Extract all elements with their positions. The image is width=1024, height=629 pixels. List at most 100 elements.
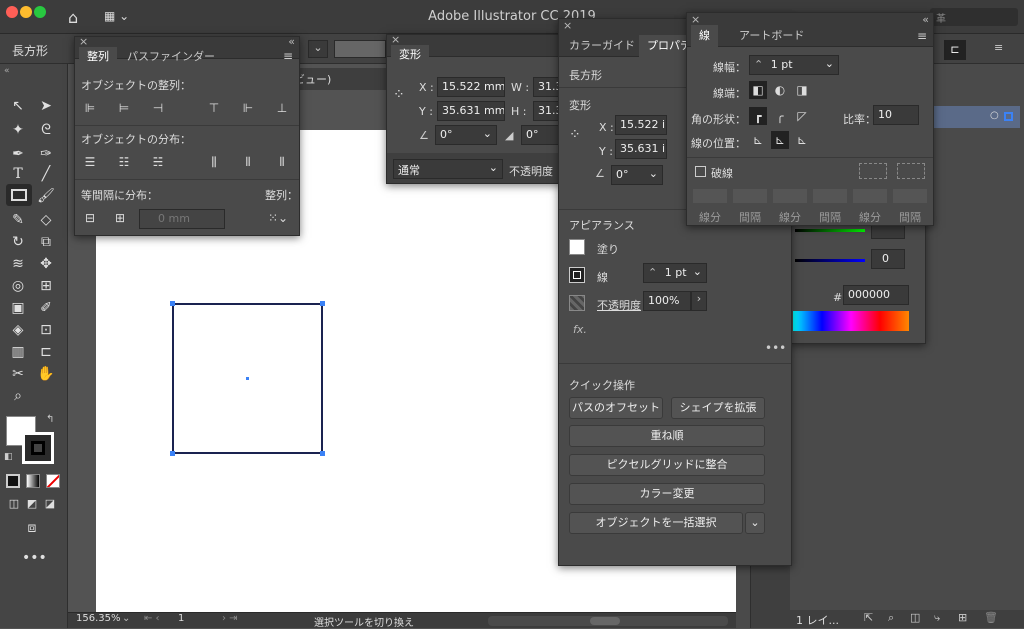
eraser-tool-icon[interactable]: ◇ [36, 210, 56, 230]
search-field[interactable]: 革 [930, 8, 1018, 26]
align-v-center-icon[interactable]: ⊩ [239, 99, 257, 117]
tab-stroke[interactable]: 線 [691, 25, 718, 47]
tab-transform[interactable]: 変形 [391, 45, 429, 65]
arrange-button[interactable]: 重ね順 [569, 425, 765, 447]
spacing-input[interactable]: 0 mm [139, 209, 225, 229]
none-mode-icon[interactable] [46, 474, 60, 488]
shear-input[interactable]: 0° [521, 125, 561, 145]
type-tool-icon[interactable]: T [8, 164, 28, 184]
panel-menu-icon[interactable]: ≡ [283, 49, 293, 63]
rectangle-tool-icon[interactable] [6, 184, 32, 206]
line-tool-icon[interactable]: ╱ [36, 164, 56, 184]
color-mode-icon[interactable] [6, 474, 20, 488]
draw-normal-icon[interactable]: ◫ [4, 494, 24, 514]
fill-swatch[interactable] [569, 239, 585, 255]
angle-input[interactable]: 0° ⌄ [611, 165, 663, 185]
artboard-tool-icon[interactable]: ⊏ [36, 342, 56, 362]
draw-inside-icon[interactable]: ◪ [40, 494, 60, 514]
butt-cap-icon[interactable]: ◧ [749, 81, 767, 99]
y-input[interactable]: 35.631 i [615, 139, 667, 159]
dashed-checkbox[interactable] [695, 166, 706, 177]
reference-point-icon[interactable]: ⁘ [569, 127, 581, 143]
puppet-warp-tool-icon[interactable]: ✥ [36, 254, 56, 274]
distribute-h-space-icon[interactable]: ⊞ [111, 209, 129, 227]
align-to-selection-icon[interactable]: ⁙⌄ [265, 209, 291, 227]
anchor-point[interactable] [170, 451, 175, 456]
perspective-grid-tool-icon[interactable]: ⊞ [36, 276, 56, 296]
align-left-icon[interactable]: ⊫ [81, 99, 99, 117]
blue-slider[interactable] [795, 259, 865, 262]
color-spectrum[interactable] [793, 311, 909, 331]
pen-tool-icon[interactable]: ✒ [8, 144, 28, 164]
graph-tool-icon[interactable]: ▥ [8, 342, 28, 362]
round-join-icon[interactable]: ╭ [771, 107, 789, 125]
distribute-right-icon[interactable]: ⫴ [273, 153, 291, 171]
reference-point-icon[interactable]: ⁘ [393, 87, 405, 103]
distribute-h-center-icon[interactable]: ⦀ [239, 153, 257, 171]
curvature-tool-icon[interactable]: ✑ [36, 144, 56, 164]
width-tool-icon[interactable]: ≋ [8, 254, 28, 274]
dash-field-6[interactable] [893, 189, 927, 203]
align-outside-stroke-icon[interactable]: ⊾ [793, 131, 811, 149]
tab-pathfinder[interactable]: パスファインダー [119, 47, 223, 67]
dash-field-3[interactable] [773, 189, 807, 203]
draw-behind-icon[interactable]: ◩ [22, 494, 42, 514]
gradient-tool-icon[interactable]: ▣ [8, 298, 28, 318]
weight-input[interactable]: ⌃ 1 pt ⌄ [749, 55, 839, 75]
anchor-point[interactable] [170, 301, 175, 306]
clip-mask-icon[interactable]: ◫ [910, 611, 920, 624]
blue-input[interactable]: 0 [871, 249, 905, 269]
select-same-dropdown[interactable]: ⌄ [745, 512, 765, 534]
new-sublayer-icon[interactable]: ⤷ [934, 611, 940, 625]
hand-tool-icon[interactable]: ✋ [36, 364, 56, 384]
control-dropdown[interactable]: ⌄ [308, 40, 328, 58]
tab-align[interactable]: 整列 [79, 47, 117, 67]
blend-mode-select[interactable]: 通常 ⌄ [393, 159, 503, 179]
horizontal-scrollbar[interactable] [488, 616, 728, 626]
close-icon[interactable]: × [563, 19, 572, 32]
anchor-point[interactable] [320, 451, 325, 456]
align-top-icon[interactable]: ⊤ [205, 99, 223, 117]
y-input[interactable]: 35.631 mm [437, 101, 505, 121]
artboard-nav-next[interactable]: › ⇥ [222, 613, 238, 624]
anchor-point[interactable] [320, 301, 325, 306]
tab-color-guide[interactable]: カラーガイド [561, 35, 643, 57]
collapse-icon[interactable]: « [288, 35, 295, 48]
stroke-weight-input[interactable]: ⌃ 1 pt ⌄ [643, 263, 707, 283]
paintbrush-tool-icon[interactable]: 🖌 [36, 186, 56, 206]
magic-wand-tool-icon[interactable]: ✦ [8, 120, 28, 140]
round-cap-icon[interactable]: ◐ [771, 81, 789, 99]
collapse-icon[interactable]: « [922, 13, 929, 26]
align-h-center-icon[interactable]: ⊨ [115, 99, 133, 117]
dash-field-4[interactable] [813, 189, 847, 203]
more-options-icon[interactable]: ••• [765, 341, 786, 355]
direct-selection-tool-icon[interactable]: ➤ [36, 96, 56, 116]
x-input[interactable]: 15.522 i [615, 115, 667, 135]
control-swatch[interactable] [334, 40, 386, 58]
select-same-button[interactable]: オブジェクトを一括選択 [569, 512, 743, 534]
green-slider[interactable] [795, 229, 865, 232]
angle-input[interactable]: 0° ⌄ [435, 125, 497, 145]
control-menu-icon[interactable]: ≡ [994, 41, 1003, 54]
lasso-tool-icon[interactable]: ᘓ [36, 120, 56, 140]
stroke-swatch[interactable] [22, 432, 54, 464]
tab-artboard[interactable]: アートボード [731, 25, 812, 47]
swap-icon[interactable]: ↰ [46, 414, 54, 425]
artboard-number[interactable]: 1 [178, 613, 184, 624]
distribute-left-icon[interactable]: ⫼ [205, 153, 223, 171]
gradient-mode-icon[interactable] [26, 474, 40, 488]
offset-path-button[interactable]: パスのオフセット [569, 397, 663, 419]
panel-menu-icon[interactable]: ≡ [917, 29, 927, 43]
expand-shape-button[interactable]: シェイプを拡張 [671, 397, 765, 419]
shaper-tool-icon[interactable]: ✎ [8, 210, 28, 230]
align-inside-stroke-icon[interactable]: ⊾ [771, 131, 789, 149]
hex-input[interactable]: 000000 [843, 285, 909, 305]
dash-align-corners-icon[interactable] [859, 163, 887, 179]
blend-tool-icon[interactable]: ◈ [8, 320, 28, 340]
zoom-level[interactable]: 156.35% [76, 613, 121, 624]
rectangle-shape[interactable] [170, 301, 325, 456]
align-control-icon[interactable]: ⊏ [944, 40, 966, 60]
eyedropper-tool-icon[interactable]: ✐ [36, 298, 56, 318]
opacity-expand-icon[interactable]: › [691, 291, 707, 311]
pixel-grid-button[interactable]: ピクセルグリッドに整合 [569, 454, 765, 476]
